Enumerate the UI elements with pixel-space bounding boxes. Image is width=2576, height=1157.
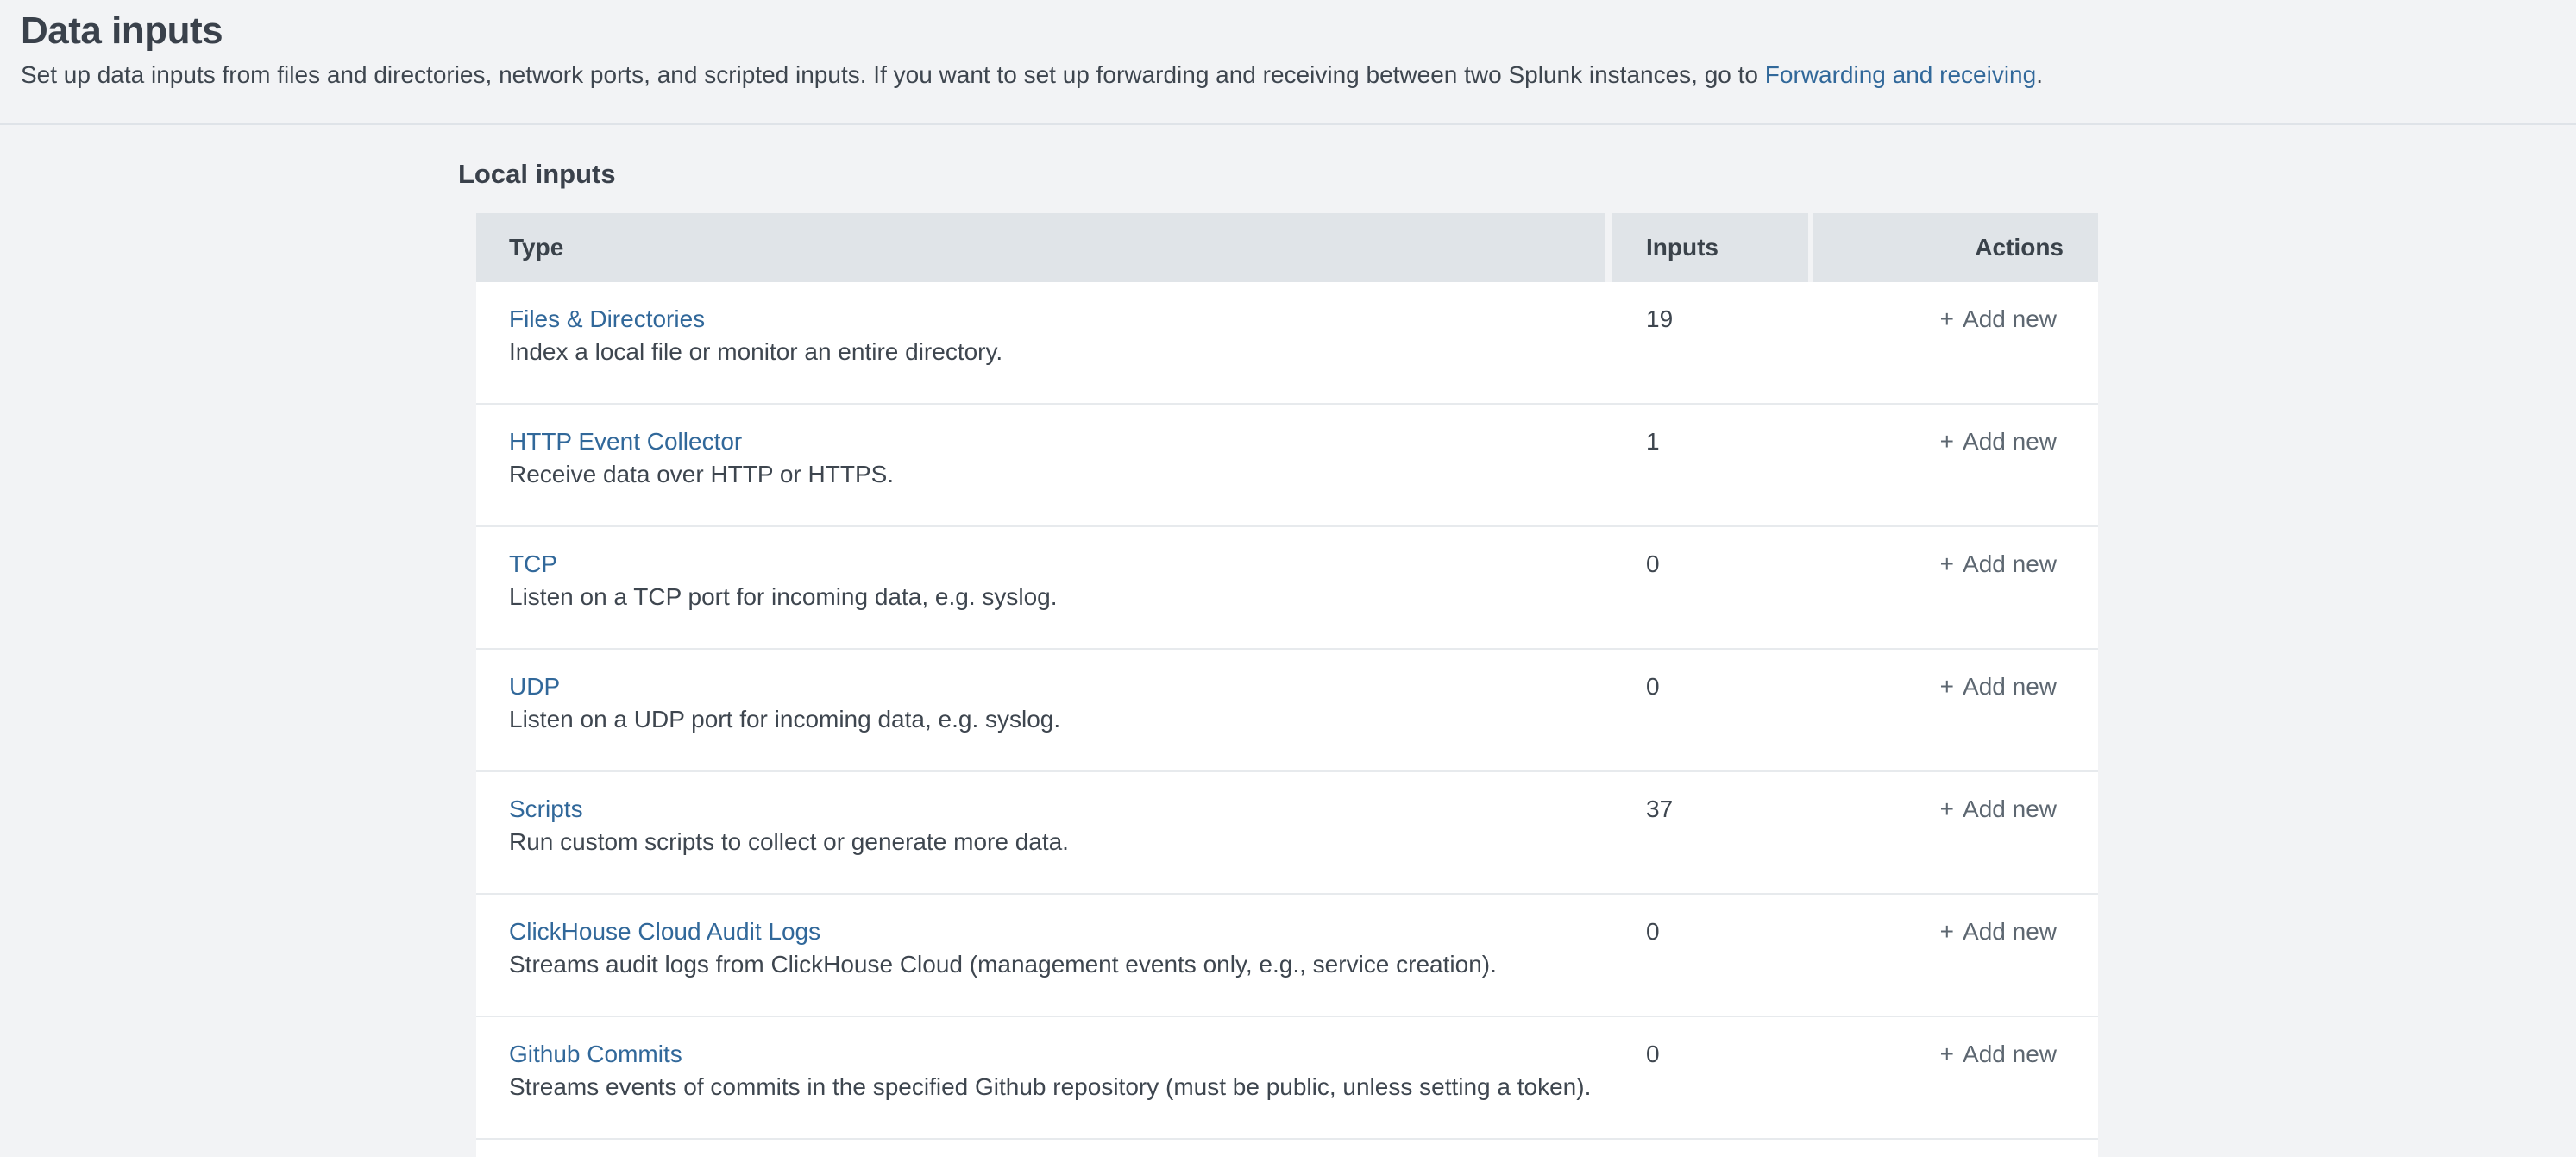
input-description: Listen on a UDP port for incoming data, … — [509, 704, 1605, 735]
page-subtitle-text: Set up data inputs from files and direct… — [21, 61, 1765, 88]
input-description: Index a local file or monitor an entire … — [509, 336, 1605, 368]
add-new-link[interactable]: + Add new — [1940, 1039, 2057, 1070]
table-row: Files & Directories Index a local file o… — [476, 282, 2098, 405]
table-row: Github Commits Streams events of commits… — [476, 1017, 2098, 1140]
type-cell: UDP Listen on a UDP port for incoming da… — [476, 650, 1605, 770]
input-description: Receive data over HTTP or HTTPS. — [509, 459, 1605, 490]
add-new-link[interactable]: + Add new — [1940, 304, 2057, 335]
actions-cell: + Add new — [1813, 1017, 2098, 1138]
main-content: Local inputs Type Inputs Actions Files &… — [0, 158, 2576, 1157]
input-description: Run custom scripts to collect or generat… — [509, 827, 1605, 858]
inputs-count-cell: 0 — [1612, 1017, 1808, 1138]
table-row: UDP Listen on a UDP port for incoming da… — [476, 650, 2098, 772]
plus-icon: + — [1940, 550, 1954, 577]
add-new-link[interactable]: + Add new — [1940, 794, 2057, 825]
column-header-inputs: Inputs — [1612, 213, 1808, 282]
inputs-count: 37 — [1646, 795, 1673, 822]
page-header: Data inputs Set up data inputs from file… — [0, 0, 2576, 125]
input-type-link[interactable]: Files & Directories — [509, 304, 705, 335]
plus-icon: + — [1940, 428, 1954, 455]
inputs-count-cell: 37 — [1612, 772, 1808, 893]
section-heading-local-inputs: Local inputs — [458, 158, 2576, 191]
add-new-label: Add new — [1963, 550, 2057, 577]
plus-icon: + — [1940, 1041, 1954, 1067]
column-header-actions: Actions — [1813, 213, 2098, 282]
add-new-label: Add new — [1963, 918, 2057, 945]
input-type-link[interactable]: ClickHouse Cloud Audit Logs — [509, 916, 820, 947]
table-header-row: Type Inputs Actions — [476, 213, 2098, 282]
table-row: ClickHouse Cloud Audit Logs Streams audi… — [476, 895, 2098, 1017]
input-type-link[interactable]: HTTP Event Collector — [509, 426, 742, 457]
inputs-count-cell: 0 — [1612, 650, 1808, 770]
add-new-link[interactable]: + Add new — [1940, 549, 2057, 580]
page-title: Data inputs — [21, 0, 2555, 53]
table-row: HTTP Event Collector Receive data over H… — [476, 405, 2098, 527]
page-subtitle: Set up data inputs from files and direct… — [21, 60, 2555, 90]
inputs-count: 1 — [1646, 428, 1660, 455]
inputs-count: 0 — [1646, 918, 1660, 945]
type-cell: TCP Listen on a TCP port for incoming da… — [476, 527, 1605, 648]
input-description: Streams events of commits in the specifi… — [509, 1072, 1605, 1103]
table-row: Scripts Run custom scripts to collect or… — [476, 772, 2098, 895]
add-new-label: Add new — [1963, 1041, 2057, 1067]
type-cell: HTTP Event Collector Receive data over H… — [476, 405, 1605, 525]
inputs-count: 0 — [1646, 673, 1660, 700]
plus-icon: + — [1940, 673, 1954, 700]
inputs-count: 0 — [1646, 1041, 1660, 1067]
actions-cell: + Add new — [1813, 405, 2098, 525]
actions-cell: + Add new — [1813, 772, 2098, 893]
inputs-count-cell: 19 — [1612, 282, 1808, 403]
inputs-count: 0 — [1646, 550, 1660, 577]
forwarding-and-receiving-link[interactable]: Forwarding and receiving — [1765, 61, 2036, 88]
type-cell: Github Commits Streams events of commits… — [476, 1017, 1605, 1138]
type-cell: ClickHouse Cloud Audit Logs Streams audi… — [476, 895, 1605, 1016]
input-type-link[interactable]: UDP — [509, 671, 560, 702]
actions-cell: + Add new — [1813, 282, 2098, 403]
type-cell: Files & Directories Index a local file o… — [476, 282, 1605, 403]
add-new-label: Add new — [1963, 673, 2057, 700]
plus-icon: + — [1940, 795, 1954, 822]
input-description: Streams audit logs from ClickHouse Cloud… — [509, 949, 1605, 980]
actions-cell: + Add new — [1813, 650, 2098, 770]
add-new-label: Add new — [1963, 305, 2057, 332]
page-subtitle-period: . — [2036, 61, 2043, 88]
inputs-count-cell: 0 — [1612, 895, 1808, 1016]
type-cell: Scripts Run custom scripts to collect or… — [476, 772, 1605, 893]
actions-cell: + Add new — [1813, 895, 2098, 1016]
input-type-link[interactable]: TCP — [509, 549, 557, 580]
local-inputs-table: Type Inputs Actions Files & Directories … — [476, 213, 2098, 1157]
actions-cell: + Add new — [1813, 527, 2098, 648]
add-new-link[interactable]: + Add new — [1940, 916, 2057, 947]
input-type-link[interactable]: Github Commits — [509, 1039, 682, 1070]
plus-icon: + — [1940, 918, 1954, 945]
inputs-count: 19 — [1646, 305, 1673, 332]
inputs-count-cell: 1 — [1612, 405, 1808, 525]
plus-icon: + — [1940, 305, 1954, 332]
input-type-link[interactable]: Scripts — [509, 794, 583, 825]
column-header-type: Type — [476, 213, 1605, 282]
add-new-link[interactable]: + Add new — [1940, 671, 2057, 702]
add-new-label: Add new — [1963, 428, 2057, 455]
add-new-link[interactable]: + Add new — [1940, 426, 2057, 457]
input-description: Listen on a TCP port for incoming data, … — [509, 582, 1605, 613]
add-new-label: Add new — [1963, 795, 2057, 822]
inputs-count-cell: 0 — [1612, 527, 1808, 648]
next-row-stub — [476, 1140, 2098, 1157]
table-row: TCP Listen on a TCP port for incoming da… — [476, 527, 2098, 650]
table-body: Files & Directories Index a local file o… — [476, 282, 2098, 1140]
